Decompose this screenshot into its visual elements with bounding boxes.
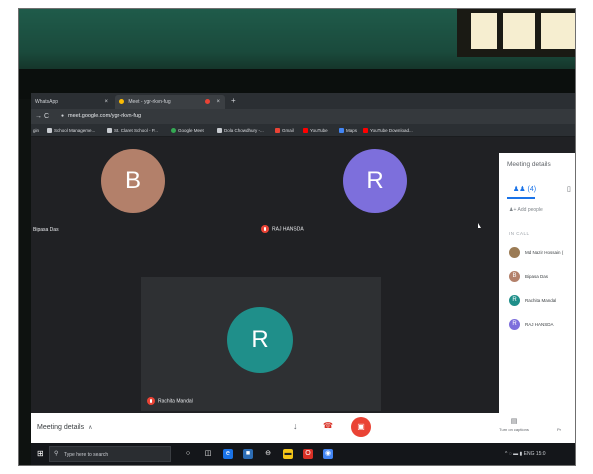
meeting-details-button[interactable]: Meeting details ∧ <box>37 424 93 431</box>
camera-off-button[interactable]: ▣ <box>351 417 371 437</box>
lock-icon: ● <box>61 113 65 119</box>
bookmark-item[interactable]: St. Claret School - P... <box>107 127 158 134</box>
taskbar-search[interactable]: ⚲ Type here to search <box>49 446 171 462</box>
microphone-icon[interactable]: ↓ <box>293 421 298 431</box>
active-tab-indicator <box>507 197 535 199</box>
chat-icon[interactable]: ▯ <box>567 185 571 193</box>
recording-dot-icon <box>205 99 210 104</box>
media-icon[interactable]: ⊖ <box>263 449 273 459</box>
store-icon[interactable]: ■ <box>243 449 253 459</box>
system-tray[interactable]: ^ ◌ ▬ ▮ ENG 15:0 <box>505 451 546 457</box>
windows-taskbar: ⊞ ⚲ Type here to search ○ ◫ e ■ ⊖ ▬ O ◉ … <box>31 443 575 465</box>
person-name: Rachita Mandal <box>525 298 557 303</box>
mic-muted-icon <box>261 225 269 233</box>
edge-icon[interactable]: e <box>223 449 233 459</box>
people-tab[interactable]: ♟♟ (4) <box>513 185 536 193</box>
panel-title: Meeting details <box>507 161 551 168</box>
search-placeholder: Type here to search <box>64 452 109 458</box>
captions-button[interactable]: ▤ Turn on captions <box>489 417 539 432</box>
people-row[interactable]: B Bipasa Das <box>509 271 575 283</box>
participant-avatar: R <box>343 149 407 213</box>
google-meet-icon <box>171 128 176 134</box>
office-icon[interactable]: O <box>303 449 313 459</box>
person-photo-avatar <box>509 247 520 258</box>
bookmark-item[interactable]: Google Meet <box>171 127 204 134</box>
person-name: Bipasa Das <box>525 274 549 279</box>
chevron-up-icon: ∧ <box>88 425 93 431</box>
maps-icon <box>339 128 344 134</box>
window-pane <box>471 13 497 49</box>
bookmark-item[interactable]: Gmail <box>275 127 294 134</box>
search-icon: ⚲ <box>54 451 59 457</box>
person-avatar: B <box>509 271 520 282</box>
add-person-icon: ♟+ <box>509 207 517 213</box>
file-explorer-icon[interactable]: ▬ <box>283 449 293 459</box>
people-row[interactable]: R Rachita Mandal <box>509 295 575 307</box>
people-row[interactable]: Md Nazir Hossain ( <box>509 247 575 259</box>
captions-icon: ▤ <box>510 418 518 425</box>
people-row[interactable]: R RAJ HANSDA <box>509 319 575 331</box>
present-button[interactable]: Pr <box>557 427 561 432</box>
participant-tile: R Rachita Mandal <box>141 277 381 411</box>
bookmark-icon <box>47 128 52 134</box>
person-name: RAJ HANSDA <box>525 322 554 327</box>
camera-off-icon: ▣ <box>357 422 365 431</box>
window-light <box>457 9 575 57</box>
bookmark-item[interactable]: YouTube Download... <box>363 127 413 134</box>
mouse-cursor-icon <box>478 223 481 228</box>
address-bar: → C ● meet.google.com/ygr-rkvn-fug <box>31 109 575 124</box>
bookmark-item[interactable]: YouTube <box>303 127 328 134</box>
gmail-icon <box>275 128 280 134</box>
tab-label: Meet - ygr-rkvn-fug <box>128 99 171 105</box>
bookmark-icon <box>217 128 222 134</box>
person-name: Md Nazir Hossain ( <box>525 250 564 255</box>
mic-muted-icon <box>147 397 155 405</box>
photo-frame: WhatsApp × Meet - ygr-rkvn-fug × + → C ●… <box>18 8 576 466</box>
chrome-icon[interactable]: ◉ <box>323 449 333 459</box>
people-icon: ♟♟ <box>513 186 526 193</box>
tab-meet[interactable]: Meet - ygr-rkvn-fug × <box>115 95 225 109</box>
task-view-icon[interactable]: ◫ <box>203 449 213 459</box>
participant-name: Bipasa Das <box>33 227 59 233</box>
tab-close-icon[interactable]: × <box>216 95 220 109</box>
section-label: IN CALL <box>509 231 530 236</box>
person-avatar: R <box>509 319 520 330</box>
bookmark-icon <box>107 128 112 134</box>
youtube-icon <box>303 128 308 134</box>
url-field[interactable]: meet.google.com/ygr-rkvn-fug <box>68 113 141 120</box>
tab-whatsapp[interactable]: WhatsApp × <box>31 95 113 109</box>
meeting-details-panel: Meeting details ♟♟ (4) ▯ ♟+ Add people I… <box>499 153 575 423</box>
meet-favicon-icon <box>119 99 124 105</box>
person-avatar: R <box>509 295 520 306</box>
window-pane <box>503 13 535 49</box>
add-people-button[interactable]: ♟+ Add people <box>509 207 543 213</box>
new-tab-button[interactable]: + <box>231 96 236 106</box>
tab-close-icon[interactable]: × <box>104 95 108 109</box>
participant-avatar: B <box>101 149 165 213</box>
bookmark-item[interactable]: Dola Chowdhury -... <box>217 127 264 134</box>
meet-grid: B Bipasa Das R RAJ HANSDA R Rachita Mand… <box>31 137 499 413</box>
bookmark-item[interactable]: gin <box>33 127 39 134</box>
participant-name: RAJ HANSDA <box>261 225 304 233</box>
hang-up-icon[interactable]: ☎ <box>323 421 333 430</box>
nav-buttons[interactable]: → C <box>35 112 49 121</box>
window-pane <box>541 13 575 49</box>
bookmark-item[interactable]: School Manageme... <box>47 127 95 134</box>
youtube-download-icon <box>363 128 368 134</box>
meet-controls-bar: Meeting details ∧ ↓ ☎ ▣ ▤ Turn on captions… <box>31 413 575 443</box>
participant-avatar: R <box>227 307 293 373</box>
tab-label: WhatsApp <box>35 99 59 105</box>
tab-strip: WhatsApp × Meet - ygr-rkvn-fug × + <box>31 93 575 109</box>
cortana-icon[interactable]: ○ <box>183 449 193 459</box>
windows-start-icon[interactable]: ⊞ <box>37 449 44 458</box>
bookmark-item[interactable]: Maps <box>339 127 357 134</box>
bookmarks-bar: gin School Manageme... St. Claret School… <box>31 124 575 137</box>
participant-name: Rachita Mandal <box>147 397 193 405</box>
monitor-screen: WhatsApp × Meet - ygr-rkvn-fug × + → C ●… <box>31 93 575 465</box>
